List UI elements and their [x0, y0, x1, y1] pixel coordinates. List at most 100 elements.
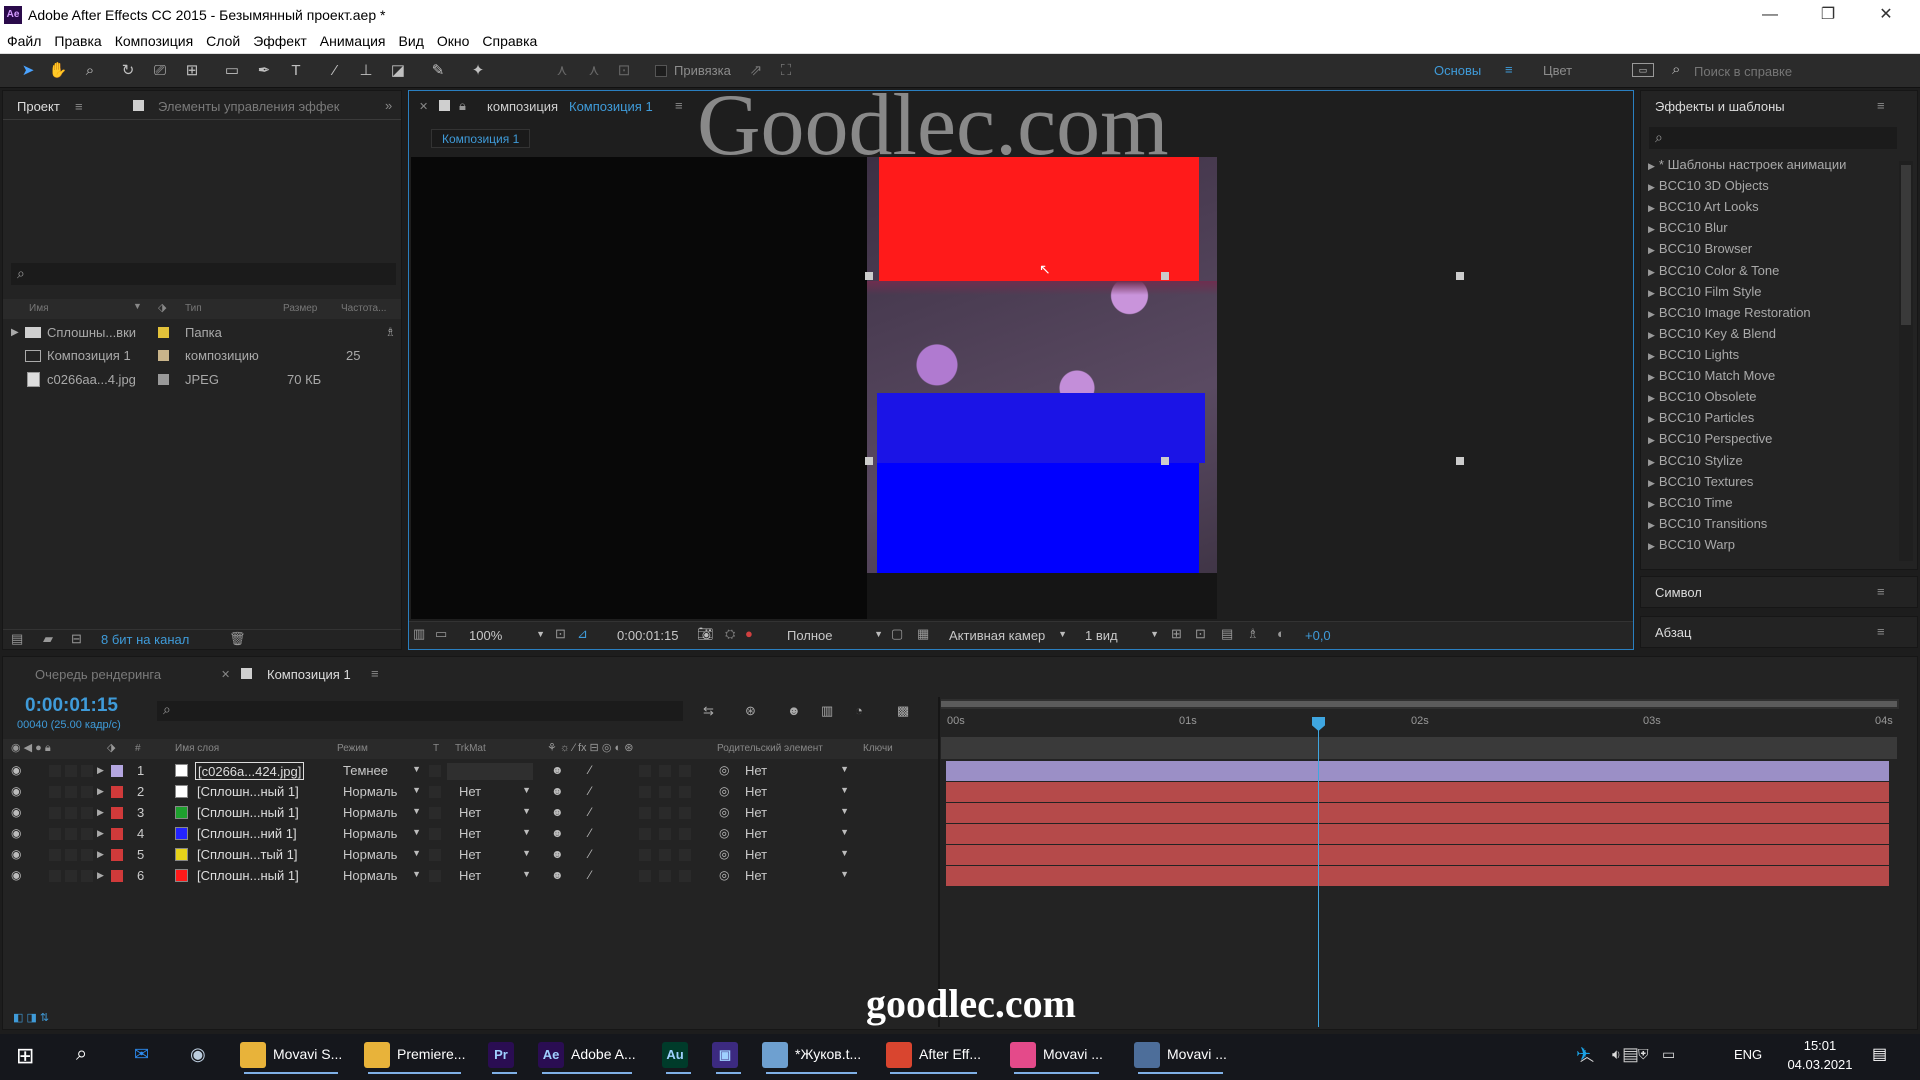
label-swatch[interactable]: [158, 374, 169, 385]
taskbar-app-button[interactable]: Pr: [488, 1034, 521, 1074]
track-matte-dropdown[interactable]: Нет: [459, 805, 531, 822]
transform-handle[interactable]: [1161, 457, 1169, 465]
label-swatch[interactable]: [158, 327, 169, 338]
comp-breadcrumb[interactable]: Композиция 1: [431, 129, 531, 148]
close-tab-icon[interactable]: ✕: [221, 668, 230, 681]
project-item-name[interactable]: Композиция 1: [47, 348, 131, 363]
effect-switch[interactable]: [639, 870, 651, 882]
parent-pick-whip-icon[interactable]: ◎: [719, 868, 729, 882]
interpret-footage-icon[interactable]: ▤: [11, 631, 23, 647]
quality-switch-icon[interactable]: ⁄: [589, 847, 591, 861]
axis-local-icon[interactable]: ⋏: [552, 62, 572, 80]
clone-stamp-tool-icon[interactable]: ⊥: [356, 62, 376, 80]
hand-tool-icon[interactable]: ✋: [48, 62, 68, 80]
viewer-timecode[interactable]: 0:00:01:15: [617, 628, 678, 643]
menu-animation[interactable]: Анимация: [313, 30, 392, 49]
time-ruler[interactable]: 00s 01s 02s 03s 04s: [941, 713, 1897, 733]
quality-switch-icon[interactable]: ⁄: [589, 868, 591, 882]
effects-panel-title[interactable]: Эффекты и шаблоны: [1655, 99, 1785, 114]
show-snapshot-icon[interactable]: ⛭: [725, 626, 735, 642]
effects-category[interactable]: BCC10 3D Objects: [1648, 178, 1769, 193]
playhead[interactable]: [1312, 717, 1325, 1027]
layer-duration-bar[interactable]: [946, 761, 1889, 781]
region-of-interest-icon[interactable]: ▢: [891, 626, 903, 642]
effects-category[interactable]: BCC10 Transitions: [1648, 516, 1767, 531]
timeline-timecode[interactable]: 0:00:01:15: [25, 695, 118, 717]
motion-blur-switch[interactable]: [659, 849, 671, 861]
layer-name[interactable]: [Сплошн...ный 1]: [195, 783, 301, 801]
audio-toggle[interactable]: [49, 807, 61, 819]
start-icon[interactable]: ⊞: [16, 1043, 34, 1069]
transform-handle[interactable]: [865, 272, 873, 280]
new-folder-icon[interactable]: ▰: [43, 631, 53, 647]
fit-icon[interactable]: ⊡: [555, 626, 566, 642]
eraser-tool-icon[interactable]: ◪: [388, 62, 408, 80]
comp-frame[interactable]: [867, 157, 1217, 619]
3d-layer-switch[interactable]: [679, 807, 691, 819]
timeline-footer-icons[interactable]: ◧ ◨ ⇅: [13, 1011, 49, 1024]
layer-name[interactable]: [Сплошн...тый 1]: [195, 846, 299, 864]
layer-name[interactable]: [Сплошн...ный 1]: [195, 804, 301, 822]
parent-dropdown[interactable]: Нет: [745, 826, 849, 843]
effect-switch[interactable]: [639, 849, 651, 861]
flowchart-icon[interactable]: ♗: [385, 325, 396, 339]
visibility-eye-icon[interactable]: ◉: [11, 763, 21, 777]
transparency-grid-icon[interactable]: ▦: [917, 626, 929, 642]
layer-expand-icon[interactable]: ▶: [97, 870, 104, 881]
parent-pick-whip-icon[interactable]: ◎: [719, 763, 729, 777]
exposure-value[interactable]: +0,0: [1305, 628, 1331, 643]
effects-search-field[interactable]: [1649, 127, 1897, 149]
transform-handle[interactable]: [865, 457, 873, 465]
parent-dropdown[interactable]: Нет: [745, 763, 849, 780]
layer-expand-icon[interactable]: ▶: [97, 849, 104, 860]
character-panel-menu-icon[interactable]: ≡: [1877, 584, 1885, 599]
taskbar-app-button[interactable]: Movavi ...: [1010, 1034, 1103, 1074]
always-preview-icon[interactable]: ▥: [413, 626, 425, 642]
effects-category[interactable]: BCC10 Textures: [1648, 474, 1753, 489]
tray-chevron-icon[interactable]: ︿: [1580, 1046, 1594, 1066]
effects-category[interactable]: BCC10 Color & Tone: [1648, 263, 1779, 278]
column-rate[interactable]: Частота...: [341, 303, 386, 314]
audio-toggle[interactable]: [49, 849, 61, 861]
zoom-tool-icon[interactable]: ⌕: [80, 62, 100, 80]
effects-category[interactable]: BCC10 Art Looks: [1648, 199, 1759, 214]
trash-icon[interactable]: 🗑: [229, 631, 246, 647]
rectangle-tool-icon[interactable]: ▭: [222, 62, 242, 80]
3d-layer-switch[interactable]: [679, 765, 691, 777]
effects-category[interactable]: BCC10 Browser: [1648, 241, 1752, 256]
motion-blur-switch[interactable]: [659, 765, 671, 777]
lock-toggle[interactable]: [81, 765, 93, 777]
comp-tab-name[interactable]: Композиция 1: [569, 99, 653, 114]
effects-scrollbar-thumb[interactable]: [1901, 165, 1911, 325]
audio-toggle[interactable]: [49, 870, 61, 882]
bit-depth-button[interactable]: 8 бит на канал: [101, 632, 189, 647]
search-icon[interactable]: ⌕: [76, 1043, 87, 1066]
layer-row[interactable]: ◉ ▶ 5 [Сплошн...тый 1] Нормаль Нет ☻ ⁄ ◎ Нет: [3, 845, 938, 866]
resolution-dropdown[interactable]: Полное: [787, 628, 883, 645]
solo-toggle[interactable]: [65, 786, 77, 798]
layer-expand-icon[interactable]: ▶: [97, 765, 104, 776]
effect-switch[interactable]: [639, 765, 651, 777]
effects-category[interactable]: BCC10 Blur: [1648, 220, 1728, 235]
parent-dropdown[interactable]: Нет: [745, 847, 849, 864]
project-tab[interactable]: Проект: [17, 99, 60, 114]
preserve-transparency-toggle[interactable]: [429, 870, 441, 882]
paragraph-panel-title[interactable]: Абзац: [1655, 625, 1691, 640]
effects-category[interactable]: * Шаблоны настроек анимации: [1648, 157, 1846, 172]
paragraph-panel-menu-icon[interactable]: ≡: [1877, 624, 1885, 639]
help-search-input[interactable]: [1694, 61, 1904, 81]
effect-switch[interactable]: [639, 828, 651, 840]
motion-blur-switch[interactable]: [659, 870, 671, 882]
layer-expand-icon[interactable]: ▶: [97, 786, 104, 797]
lock-tab-icon[interactable]: 🔒︎: [459, 98, 466, 114]
work-area-range[interactable]: [941, 701, 1897, 707]
folder-expand-icon[interactable]: ▶: [11, 327, 19, 338]
shy-switch-icon[interactable]: ☻: [551, 763, 564, 777]
comp-panel-menu-icon[interactable]: ≡: [675, 98, 683, 113]
menu-edit[interactable]: Правка: [47, 30, 107, 49]
effects-category[interactable]: BCC10 Particles: [1648, 410, 1754, 425]
snapshot-icon[interactable]: 📷︎: [697, 626, 714, 642]
character-panel-title[interactable]: Символ: [1655, 585, 1702, 600]
lock-toggle[interactable]: [81, 786, 93, 798]
menu-window[interactable]: Окно: [430, 30, 476, 49]
